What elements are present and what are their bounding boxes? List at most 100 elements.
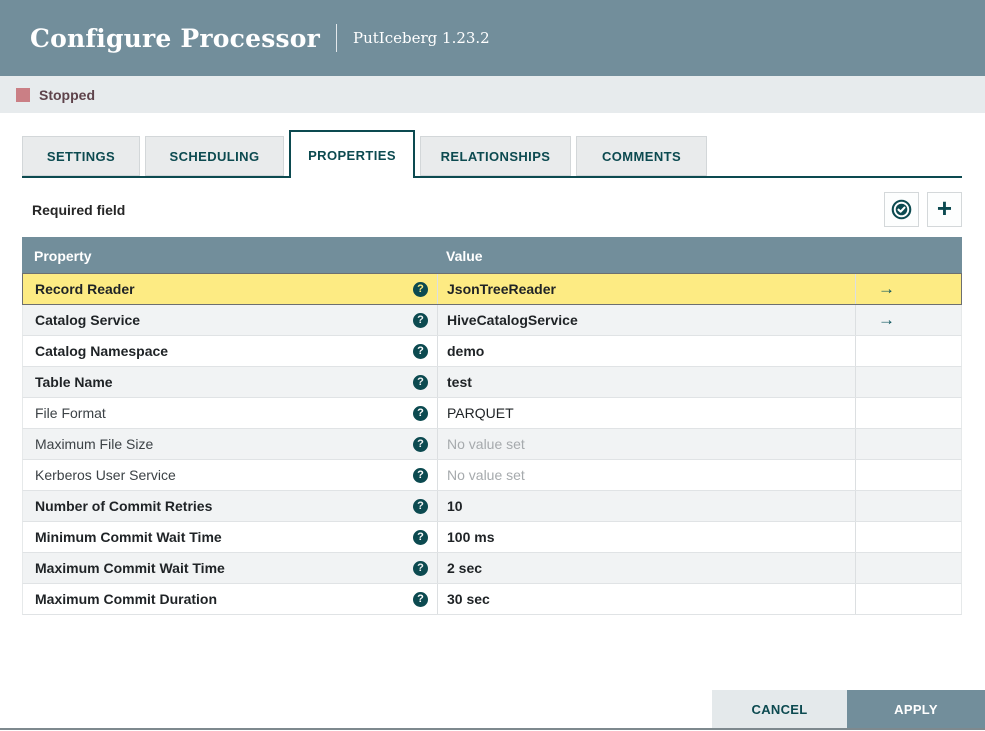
properties-table-body: Record Reader ? JsonTreeReader → Catalog… <box>22 274 962 615</box>
help-icon[interactable]: ? <box>413 436 428 452</box>
property-value: 2 sec <box>447 560 483 576</box>
tab-settings-label: SETTINGS <box>46 148 116 164</box>
goto-service-arrow-icon[interactable]: → <box>878 279 895 299</box>
property-name: Record Reader <box>35 281 135 297</box>
property-cell: Minimum Commit Wait Time ? <box>23 522 438 552</box>
tab-scheduling-label: SCHEDULING <box>169 148 260 164</box>
property-value: demo <box>447 343 485 359</box>
property-value: No value set <box>447 467 525 483</box>
goto-cell: → <box>856 305 961 335</box>
help-icon[interactable]: ? <box>413 560 428 576</box>
goto-cell <box>856 367 961 397</box>
property-name: Kerberos User Service <box>35 467 176 483</box>
add-property-button[interactable]: + <box>927 192 962 227</box>
properties-table-header: Property Value <box>22 237 962 274</box>
run-status-bar: Stopped <box>0 76 985 113</box>
table-row[interactable]: Catalog Service ? HiveCatalogService → <box>22 305 962 336</box>
properties-table: Property Value Record Reader ? JsonTreeR… <box>22 237 962 615</box>
run-status-label: Stopped <box>39 86 95 103</box>
help-icon[interactable]: ? <box>413 281 428 297</box>
value-cell[interactable]: 10 <box>438 491 856 521</box>
table-row[interactable]: File Format ? PARQUET <box>22 398 962 429</box>
tab-scheduling[interactable]: SCHEDULING <box>145 136 284 176</box>
goto-cell <box>856 336 961 366</box>
property-name: Number of Commit Retries <box>35 498 213 514</box>
check-circle-icon <box>891 199 912 220</box>
property-cell: Number of Commit Retries ? <box>23 491 438 521</box>
value-cell[interactable]: JsonTreeReader <box>438 274 856 304</box>
property-value: No value set <box>447 436 525 452</box>
table-row[interactable]: Number of Commit Retries ? 10 <box>22 491 962 522</box>
dialog-bottom-edge <box>0 728 985 730</box>
tab-comments-label: COMMENTS <box>601 148 682 164</box>
help-icon[interactable]: ? <box>413 529 428 545</box>
tab-relationships[interactable]: RELATIONSHIPS <box>420 136 571 176</box>
goto-cell <box>856 584 961 614</box>
cancel-button[interactable]: CANCEL <box>712 690 847 728</box>
goto-cell <box>856 553 961 583</box>
table-row[interactable]: Record Reader ? JsonTreeReader → <box>22 274 962 305</box>
goto-service-arrow-icon[interactable]: → <box>878 310 895 330</box>
table-row[interactable]: Kerberos User Service ? No value set <box>22 460 962 491</box>
property-name: Catalog Namespace <box>35 343 169 359</box>
value-cell[interactable]: test <box>438 367 856 397</box>
property-cell: Catalog Service ? <box>23 305 438 335</box>
help-icon[interactable]: ? <box>413 405 428 421</box>
value-cell[interactable]: No value set <box>438 460 856 490</box>
table-row[interactable]: Catalog Namespace ? demo <box>22 336 962 367</box>
property-cell: Maximum Commit Wait Time ? <box>23 553 438 583</box>
help-icon[interactable]: ? <box>413 343 428 359</box>
property-name: Catalog Service <box>35 312 141 328</box>
tab-properties[interactable]: PROPERTIES <box>289 130 415 178</box>
value-cell[interactable]: 30 sec <box>438 584 856 614</box>
table-row[interactable]: Minimum Commit Wait Time ? 100 ms <box>22 522 962 553</box>
property-cell: Catalog Namespace ? <box>23 336 438 366</box>
value-cell[interactable]: HiveCatalogService <box>438 305 856 335</box>
help-icon[interactable]: ? <box>413 374 428 390</box>
property-value: test <box>447 374 472 390</box>
help-icon[interactable]: ? <box>413 467 428 483</box>
apply-button[interactable]: APPLY <box>847 690 985 728</box>
plus-icon: + <box>936 193 953 223</box>
property-cell: Kerberos User Service ? <box>23 460 438 490</box>
properties-toolbar: Required field + <box>22 191 962 228</box>
dialog-header: Configure Processor PutIceberg 1.23.2 <box>0 0 985 76</box>
property-value: 30 sec <box>447 591 490 607</box>
goto-cell <box>856 491 961 521</box>
table-row[interactable]: Table Name ? test <box>22 367 962 398</box>
value-cell[interactable]: demo <box>438 336 856 366</box>
property-name: Table Name <box>35 374 113 390</box>
goto-cell: → <box>856 274 961 304</box>
help-icon[interactable]: ? <box>413 312 428 328</box>
property-value: 100 ms <box>447 529 495 545</box>
required-field-label: Required field <box>32 201 126 218</box>
value-cell[interactable]: PARQUET <box>438 398 856 428</box>
property-name: Maximum Commit Duration <box>35 591 218 607</box>
tab-comments[interactable]: COMMENTS <box>576 136 707 176</box>
processor-name-version: PutIceberg 1.23.2 <box>353 29 490 47</box>
table-row[interactable]: Maximum Commit Duration ? 30 sec <box>22 584 962 615</box>
value-cell[interactable]: No value set <box>438 429 856 459</box>
property-value: JsonTreeReader <box>447 281 556 297</box>
goto-cell <box>856 460 961 490</box>
goto-cell <box>856 522 961 552</box>
cancel-button-label: CANCEL <box>751 701 808 717</box>
help-icon[interactable]: ? <box>413 591 428 607</box>
property-cell: Table Name ? <box>23 367 438 397</box>
value-cell[interactable]: 2 sec <box>438 553 856 583</box>
verify-properties-button[interactable] <box>884 192 919 227</box>
property-cell: Maximum Commit Duration ? <box>23 584 438 614</box>
table-row[interactable]: Maximum Commit Wait Time ? 2 sec <box>22 553 962 584</box>
stopped-status-icon <box>16 87 30 102</box>
table-row[interactable]: Maximum File Size ? No value set <box>22 429 962 460</box>
title-divider <box>336 24 338 52</box>
property-name: Minimum Commit Wait Time <box>35 529 222 545</box>
property-name: Maximum File Size <box>35 436 154 452</box>
configure-processor-dialog: { "colors": { "header_bg": "#728e9b", "a… <box>0 0 985 731</box>
tab-settings[interactable]: SETTINGS <box>22 136 140 176</box>
help-icon[interactable]: ? <box>413 498 428 514</box>
goto-cell <box>856 398 961 428</box>
property-value: 10 <box>447 498 463 514</box>
tab-relationships-label: RELATIONSHIPS <box>440 148 551 164</box>
value-cell[interactable]: 100 ms <box>438 522 856 552</box>
